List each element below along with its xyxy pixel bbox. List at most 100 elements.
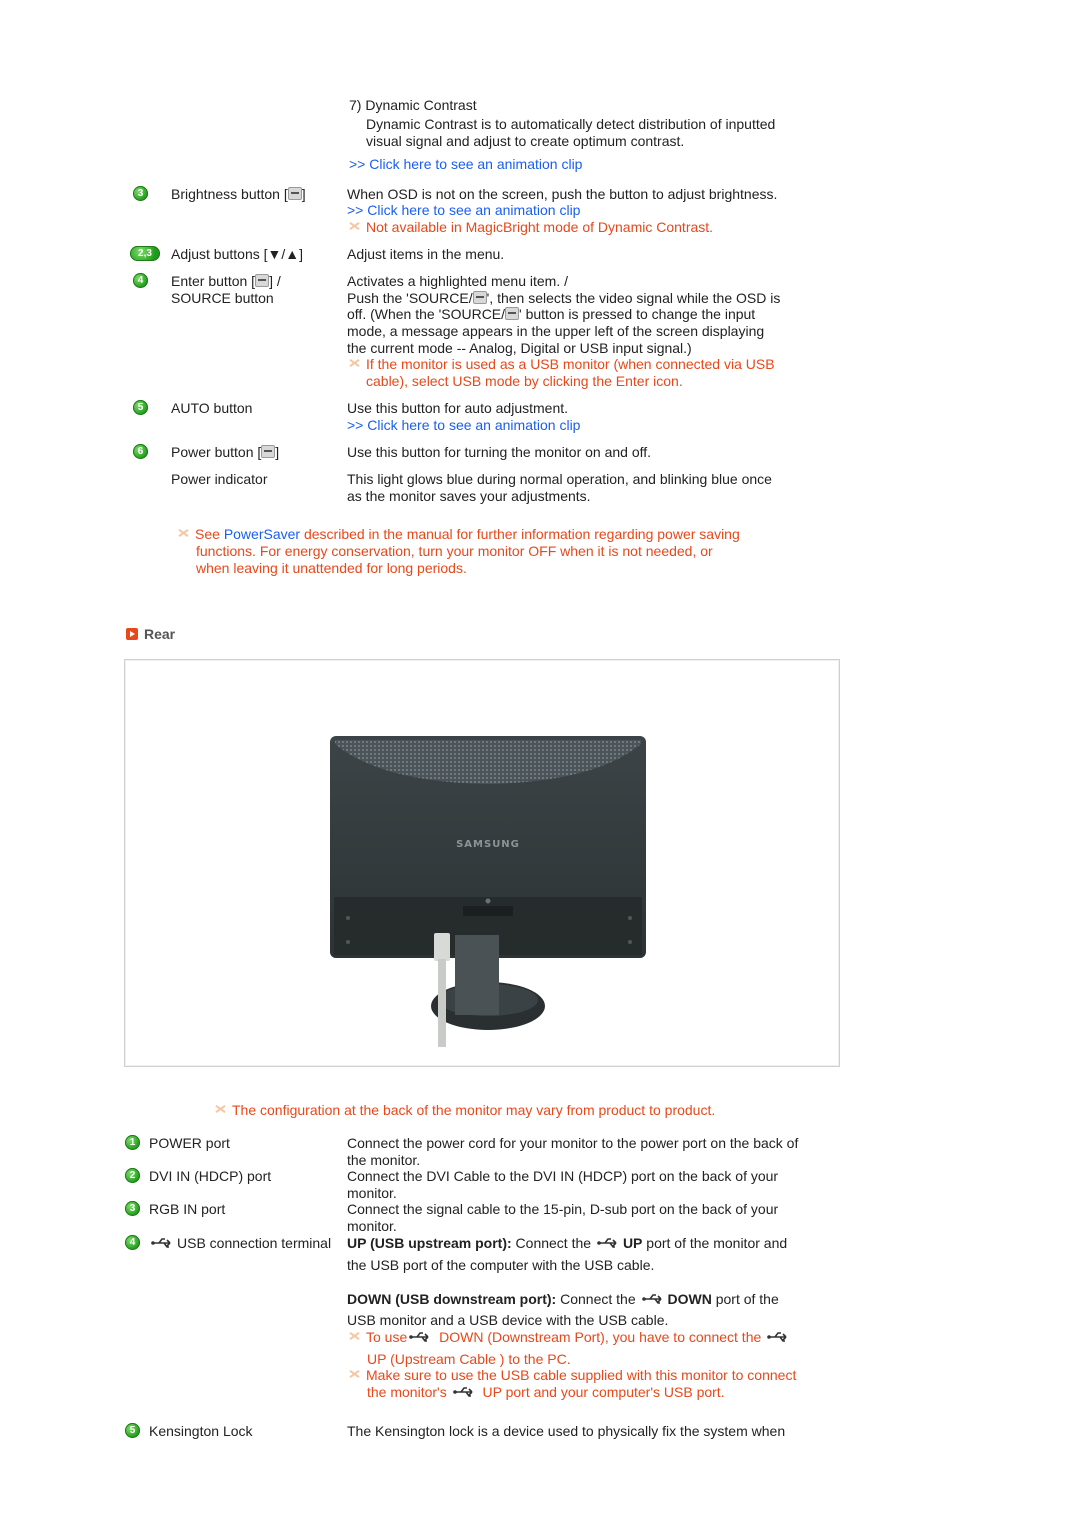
usb-icon (597, 1238, 617, 1248)
badge-4-icon: 4 (133, 273, 148, 288)
enter-desc-line2-b: ', then selects the video signal while t… (486, 290, 781, 306)
powersaver-link[interactable]: PowerSaver (224, 526, 300, 542)
usb-down-title: DOWN (USB downstream port): (347, 1291, 557, 1307)
enter-desc-line2: Push the 'SOURCE/ ', then selects the vid… (347, 290, 780, 307)
usb-icon (452, 1387, 473, 1397)
adjust-buttons-desc: Adjust items in the menu. (347, 246, 505, 262)
badge-2-icon: 2 (125, 1168, 140, 1183)
power-cable (438, 959, 446, 1047)
power-cable-plug (434, 933, 450, 961)
note-icon (349, 221, 360, 231)
note-icon (349, 1369, 360, 1379)
brightness-button-label: Brightness button [] (171, 186, 306, 203)
power-indicator-desc-line1: This light glows blue during normal oper… (347, 471, 772, 487)
rgb-port-desc-line2: monitor. (347, 1218, 397, 1234)
rear-image-frame: SAMSUNG (124, 659, 840, 1067)
dynamic-contrast-desc-line2: visual signal and adjust to create optim… (366, 133, 685, 149)
samsung-logo: SAMSUNG (456, 839, 520, 850)
badge-3-icon: 3 (133, 186, 148, 201)
usb-up-desc-line2: the USB port of the computer with the US… (347, 1257, 655, 1273)
usb-terminal-label: USB connection terminal (149, 1235, 331, 1252)
usb-icon (409, 1332, 429, 1342)
enter-desc-line1: Activates a highlighted menu item. / (347, 273, 569, 289)
usb-up-label: UP (622, 1235, 643, 1251)
config-note-text: The configuration at the back of the mon… (232, 1102, 716, 1118)
power-port-desc-line2: the monitor. (347, 1152, 421, 1168)
enter-desc-line3-b: ' button is pressed to change the input (519, 306, 756, 322)
auto-button-desc: Use this button for auto adjustment. (347, 400, 569, 416)
dvi-port-desc-line2: monitor. (347, 1185, 397, 1201)
usb-down-desc-line1: DOWN (USB downstream port): Connect the … (347, 1291, 779, 1308)
usb-label-text: USB connection terminal (177, 1235, 332, 1251)
usb-note1-b: DOWN (Downstream Port), you have to conn… (435, 1329, 766, 1345)
power-label-text: Power button [ (171, 444, 262, 460)
power-label-suffix: ] (275, 444, 280, 460)
dynamic-contrast-heading: 7) Dynamic Contrast (349, 97, 477, 113)
brightness-note: Not available in MagicBright mode of Dyn… (349, 219, 713, 236)
rgb-port-label: RGB IN port (149, 1201, 226, 1217)
kensington-lock-desc: The Kensington lock is a device used to … (347, 1423, 786, 1439)
usb-up-text2: port of the monitor and (642, 1235, 788, 1251)
usb-note1-a: To use (366, 1329, 408, 1345)
badge-2-3-icon: 2,3 (130, 246, 160, 261)
kensington-lock-label: Kensington Lock (149, 1423, 253, 1439)
usb-note2-line2: the monitor's UP port and your computer'… (367, 1384, 725, 1401)
brightness-animation-link[interactable]: >> Click here to see an animation clip (347, 202, 580, 219)
enter-desc-line2-a: Push the 'SOURCE/ (347, 290, 473, 306)
usb-down-label: DOWN (667, 1291, 712, 1307)
power-port-label: POWER port (149, 1135, 230, 1151)
config-note: The configuration at the back of the mon… (215, 1102, 715, 1119)
enter-label-suffix: ] / (269, 273, 281, 289)
auto-animation-link[interactable]: >> Click here to see an animation clip (347, 417, 580, 434)
stand-mount (463, 906, 513, 916)
enter-button-label: Enter button [ ] / (171, 273, 281, 290)
adjust-buttons-label: Adjust buttons [▼/▲] (171, 246, 303, 262)
usb-up-text1: Connect the (511, 1235, 595, 1251)
enter-desc-line5: the current mode -- Analog, Digital or U… (347, 340, 692, 356)
usb-note2-line1: Make sure to use the USB cable supplied … (349, 1367, 796, 1384)
powersaver-note-line2: functions. For energy conservation, turn… (196, 543, 713, 559)
dynamic-contrast-animation-link[interactable]: >> Click here to see an animation clip (349, 156, 582, 173)
usb-note2-b: UP port and your computer's USB port. (478, 1384, 725, 1400)
power-indicator-label: Power indicator (171, 471, 268, 487)
power-icon (261, 445, 276, 458)
badge-4-icon: 4 (125, 1235, 140, 1250)
badge-6-icon: 6 (133, 444, 148, 459)
source-button-label: SOURCE button (171, 290, 274, 306)
note-icon (178, 528, 189, 538)
powersaver-prefix: See (195, 526, 224, 542)
enter-icon (472, 291, 487, 304)
rgb-port-desc-line1: Connect the signal cable to the 15-pin, … (347, 1201, 779, 1217)
enter-label-text: Enter button [ (171, 273, 256, 289)
brightness-desc: When OSD is not on the screen, push the … (347, 186, 778, 202)
badge-5-icon: 5 (125, 1423, 140, 1438)
usb-down-text2: port of the (711, 1291, 779, 1307)
auto-button-label: AUTO button (171, 400, 253, 416)
badge-5-icon: 5 (133, 400, 148, 415)
power-button-desc: Use this button for turning the monitor … (347, 444, 652, 460)
brightness-icon (287, 187, 302, 200)
badge-3-icon: 3 (125, 1201, 140, 1216)
usb-note2-a: the monitor's (367, 1384, 451, 1400)
section-arrow-icon (126, 628, 138, 640)
usb-icon (151, 1238, 171, 1248)
powersaver-line1-rest: described in the manual for further info… (300, 526, 740, 542)
powersaver-note-line3: when leaving it unattended for long peri… (196, 560, 467, 576)
usb-mode-note-line1: If the monitor is used as a USB monitor … (349, 356, 775, 373)
enter-desc-line4: mode, a message appears in the upper lef… (347, 323, 765, 339)
usb-note1-line1: To use DOWN (Downstream Port), you have … (349, 1329, 793, 1346)
power-port-desc-line1: Connect the power cord for your monitor … (347, 1135, 799, 1151)
brightness-label-text: Brightness button [ (171, 186, 288, 202)
usb-up-title: UP (USB upstream port): (347, 1235, 512, 1251)
usb-down-text1: Connect the (556, 1291, 640, 1307)
note-icon (215, 1104, 226, 1114)
enter-icon (505, 307, 520, 320)
note-icon (349, 1331, 360, 1341)
power-button-label: Power button [] (171, 444, 279, 461)
usb-up-desc-line1: UP (USB upstream port): Connect the UP p… (347, 1235, 787, 1252)
usb-note2-text: Make sure to use the USB cable supplied … (366, 1367, 797, 1383)
monitor-rear-image: SAMSUNG (330, 736, 646, 1047)
brightness-label-suffix: ] (301, 186, 306, 202)
enter-icon (255, 274, 270, 287)
usb-mode-note-text: If the monitor is used as a USB monitor … (366, 356, 775, 372)
